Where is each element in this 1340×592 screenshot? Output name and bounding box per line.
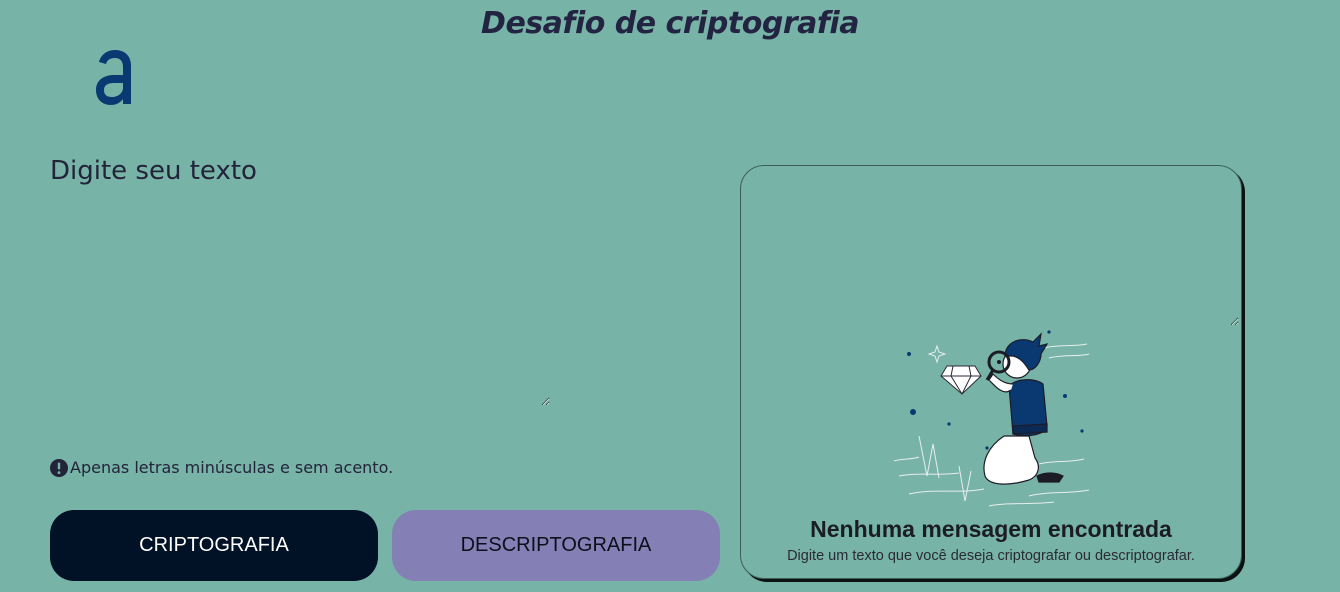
output-textarea[interactable]	[741, 166, 1239, 326]
notice-text: Apenas letras minúsculas e sem acento.	[70, 458, 394, 477]
exclamation-circle-icon	[50, 458, 68, 477]
decrypt-button[interactable]: DESCRIPTOGRAFIA	[392, 510, 720, 581]
encrypt-button[interactable]: CRIPTOGRAFIA	[50, 510, 378, 581]
output-panel: Nenhuma mensagem encontrada Digite um te…	[740, 165, 1242, 579]
detective-illustration	[893, 330, 1090, 507]
text-input[interactable]	[50, 156, 550, 406]
notice: Apenas letras minúsculas e sem acento.	[50, 458, 393, 477]
page-title: Desafio de criptografia	[481, 6, 859, 41]
empty-state-description: Digite um texto que você deseja criptogr…	[787, 548, 1195, 564]
alura-logo	[96, 50, 131, 105]
empty-state-title: Nenhuma mensagem encontrada	[810, 516, 1172, 542]
